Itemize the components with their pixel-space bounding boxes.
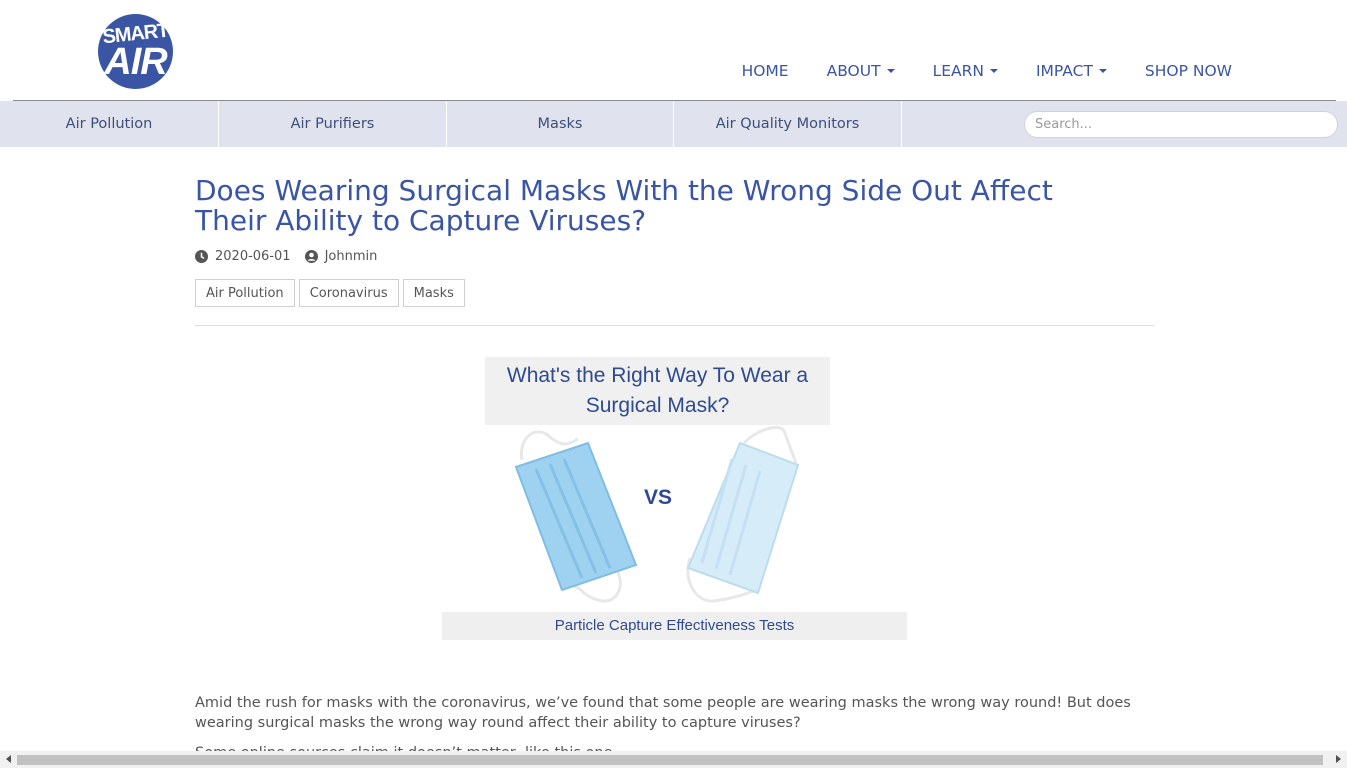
article-date: 2020-06-01 [215,249,291,264]
figure-heading: What's the Right Way To Wear a Surgical … [485,357,830,425]
nav-home[interactable]: HOME [742,62,789,80]
main-nav: HOME ABOUT LEARN IMPACT SHOP NOW [704,62,1232,80]
caret-down-icon [1098,69,1107,73]
category-masks[interactable]: Masks [447,101,674,147]
caret-down-icon [989,69,998,73]
nav-impact-label: IMPACT [1035,62,1093,80]
article-paragraph-1: Amid the rush for masks with the coronav… [195,695,1131,731]
smart-air-logo[interactable]: SMART AIR [98,14,173,89]
tag-air-pollution[interactable]: Air Pollution [195,279,295,307]
nav-learn[interactable]: LEARN [933,62,998,80]
tag-masks[interactable]: Masks [402,279,465,307]
site-header: SMART AIR HOME ABOUT LEARN IMPACT SHOP N… [0,0,1347,100]
mask-blue-side-out-image [514,430,638,603]
horizontal-scrollbar[interactable] [0,751,1347,768]
category-bar: Air Pollution Air Purifiers Masks Air Qu… [0,101,1347,147]
nav-shop-now[interactable]: SHOP NOW [1145,62,1232,80]
figure-vs-label: VS [644,486,673,509]
search-input[interactable] [1024,111,1338,138]
tag-list: Air Pollution Coronavirus Masks [195,279,469,307]
scroll-left-icon[interactable] [6,755,11,763]
category-air-purifiers[interactable]: Air Purifiers [219,101,447,147]
content-divider [195,325,1154,326]
article-title: Does Wearing Surgical Masks With the Wro… [195,174,1053,237]
tag-coronavirus[interactable]: Coronavirus [298,279,399,307]
mask-white-side-out-image [686,426,800,603]
caret-down-icon [886,69,895,73]
nav-home-label: HOME [741,62,789,80]
category-air-quality-monitors[interactable]: Air Quality Monitors [674,101,902,147]
scroll-right-icon[interactable] [1336,755,1341,763]
nav-about[interactable]: ABOUT [827,62,895,80]
logo-line2: AIR [104,41,167,83]
article-figure: What's the Right Way To Wear a Surgical … [442,357,907,640]
clock-icon [195,250,208,263]
figure-caption: Particle Capture Effectiveness Tests [442,612,907,640]
article-author[interactable]: Johnmin [325,249,378,264]
scrollbar-thumb[interactable] [17,755,1323,765]
user-icon [304,250,318,263]
nav-shop-now-label: SHOP NOW [1144,62,1232,80]
nav-impact[interactable]: IMPACT [1036,62,1107,80]
nav-learn-label: LEARN [932,62,984,80]
nav-about-label: ABOUT [826,62,881,80]
category-air-pollution[interactable]: Air Pollution [0,101,219,147]
article-meta: 2020-06-01 Johnmin [195,249,377,264]
